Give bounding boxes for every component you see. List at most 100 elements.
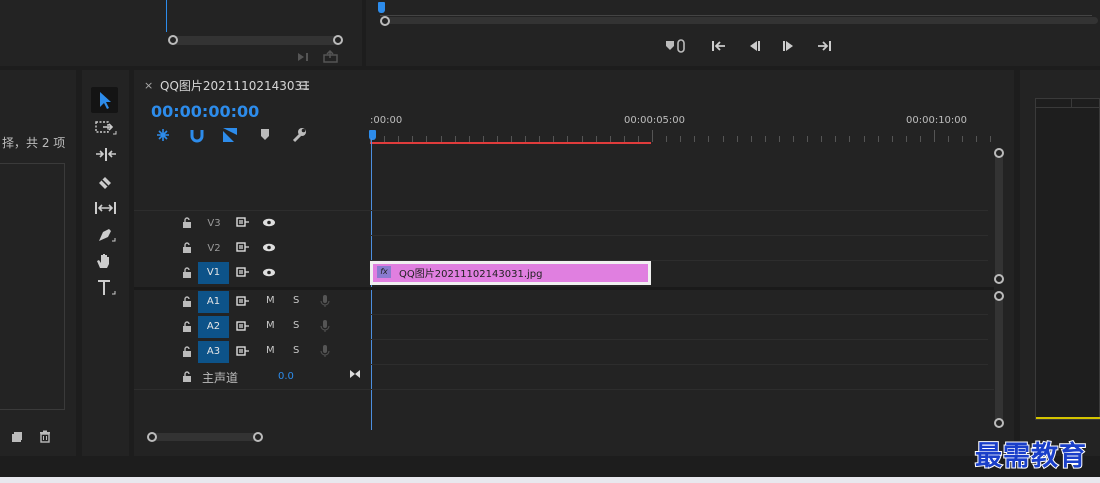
snap-magnet-icon[interactable] [189,127,205,143]
step-back-icon[interactable] [747,40,761,52]
linked-selection-icon[interactable] [222,126,239,143]
microphone-icon[interactable] [320,344,330,358]
timecode-display[interactable]: 00:00:00:00 [151,102,259,121]
step-forward-icon[interactable] [782,40,796,52]
track-target-v1[interactable]: V1 [198,262,229,284]
track-target-a2[interactable]: A2 [198,316,229,338]
scroll-handle[interactable] [994,291,1004,301]
pen-tool-icon[interactable] [96,226,116,244]
status-strip [0,477,1100,483]
hand-tool-icon[interactable] [95,252,115,270]
scroll-handle-left[interactable] [168,35,178,45]
tools-panel [82,70,129,456]
new-item-icon[interactable] [11,431,23,443]
program-playhead[interactable] [378,2,385,13]
microphone-icon[interactable] [320,294,330,308]
video-track-v2: V2 [134,236,370,260]
mute-button[interactable]: M [266,345,275,356]
project-bin-area[interactable] [0,163,65,410]
go-to-out-icon[interactable] [816,40,832,52]
ruler-tick [807,136,809,142]
ruler-tick [764,136,766,142]
lock-icon[interactable] [182,321,192,332]
eye-icon[interactable] [262,243,276,252]
microphone-icon[interactable] [320,319,330,333]
bowtie-icon[interactable] [349,369,361,379]
track-target-a1[interactable]: A1 [198,291,229,313]
scroll-handle[interactable] [994,274,1004,284]
scroll-handle[interactable] [994,148,1004,158]
ruler-tick [905,136,907,142]
razor-tool-icon[interactable] [96,174,114,190]
sync-lock-icon[interactable] [236,321,250,331]
ruler-tick [891,136,893,142]
ruler-tick [778,136,780,142]
lane-line [370,314,988,315]
lock-icon[interactable] [182,296,192,307]
selection-tool[interactable] [91,87,118,113]
audio-vertical-scrollbar[interactable] [995,291,1003,425]
timeline-zoom-scrollbar[interactable] [150,433,260,441]
solo-button[interactable]: S [293,295,299,306]
sync-lock-icon[interactable] [236,242,250,252]
go-to-in-icon[interactable] [711,40,727,52]
eye-icon[interactable] [262,268,276,277]
sync-lock-icon[interactable] [236,346,250,356]
master-volume-value[interactable]: 0.0 [278,371,294,382]
fx-badge[interactable]: fx [377,266,391,278]
trash-icon[interactable] [39,430,51,443]
lock-icon[interactable] [182,346,192,357]
insert-icon[interactable] [297,51,311,63]
ruler-tick [919,136,921,142]
track-select-tool-icon[interactable] [95,120,117,136]
solo-button[interactable]: S [293,345,299,356]
in-out-range-bar[interactable] [370,142,651,144]
settings-wrench-icon[interactable] [291,127,307,143]
export-frame-icon[interactable] [323,50,339,63]
meter-divider [1071,99,1072,108]
lock-icon[interactable] [182,217,192,228]
program-zoom-bar[interactable] [384,17,1098,24]
solo-button[interactable]: S [293,320,299,331]
time-ruler[interactable]: :00:00 00:00:05:00 00:00:10:00 [370,110,994,144]
close-tab-icon[interactable]: × [144,79,153,92]
track-target-v3[interactable]: V3 [202,215,226,232]
program-panel [366,0,1100,66]
marker-link-icon[interactable] [665,39,687,53]
scroll-handle[interactable] [147,432,157,442]
lock-icon[interactable] [182,267,192,278]
lock-icon[interactable] [182,242,192,253]
ripple-edit-tool-icon[interactable] [95,147,117,163]
clip-body: fx QQ图片20211102143031.jpg [373,264,648,282]
clip-image[interactable]: fx QQ图片20211102143031.jpg [370,261,651,285]
audio-track-a2: A2 M S [134,315,370,339]
scroll-handle-right[interactable] [333,35,343,45]
mute-button[interactable]: M [266,320,275,331]
nest-toggle-icon[interactable] [155,127,171,143]
track-target-v2[interactable]: V2 [202,240,226,257]
sync-lock-icon[interactable] [236,296,250,306]
ruler-label: :00:00 [370,115,403,126]
add-marker-icon[interactable] [260,128,270,141]
lock-icon[interactable] [182,371,192,382]
track-target-a3[interactable]: A3 [198,341,229,363]
ruler-tick [976,136,978,142]
scroll-handle[interactable] [253,432,263,442]
video-vertical-scrollbar[interactable] [995,148,1003,282]
audio-track-a3: A3 M S [134,340,370,364]
video-track-v1: V1 [134,261,370,285]
ruler-tick [736,136,738,142]
slip-tool-icon[interactable] [94,200,118,216]
type-tool-icon[interactable] [96,279,116,297]
panel-menu-icon[interactable] [299,81,309,90]
scroll-handle[interactable] [994,418,1004,428]
eye-icon[interactable] [262,218,276,227]
sync-lock-icon[interactable] [236,267,250,277]
ruler-tick [821,136,823,142]
sync-lock-icon[interactable] [236,217,250,227]
audio-meters-panel [1020,70,1100,456]
mute-button[interactable]: M [266,295,275,306]
source-scrollbar[interactable] [172,36,340,45]
sequence-tab-title[interactable]: QQ图片20211102143031 [160,77,310,94]
zoom-handle-left[interactable] [380,16,390,26]
